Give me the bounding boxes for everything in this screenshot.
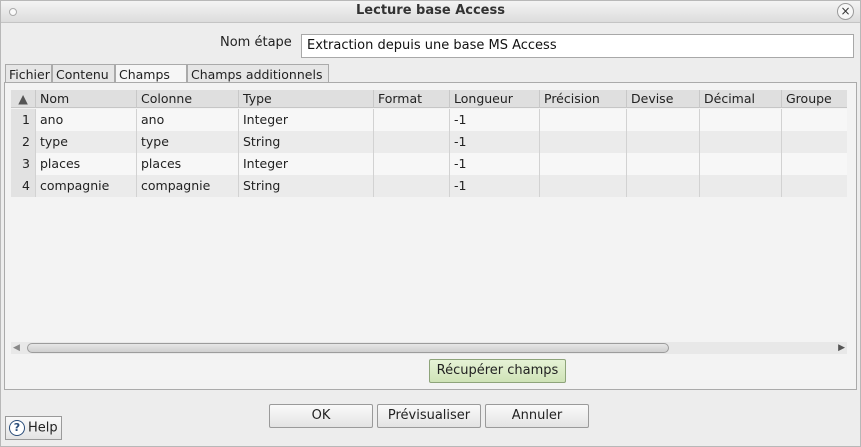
- column-header[interactable]: Décimal: [700, 90, 782, 108]
- table-cell[interactable]: [782, 131, 847, 153]
- scrollbar-thumb[interactable]: [27, 343, 669, 353]
- table-row[interactable]: 3 places places Integer -1: [11, 153, 847, 175]
- title-bar: Lecture base Access ×: [1, 1, 860, 23]
- table-cell[interactable]: [374, 109, 450, 131]
- step-name-input[interactable]: Extraction depuis une base MS Access: [301, 34, 854, 58]
- tab-contenu[interactable]: Contenu: [52, 64, 115, 83]
- table-cell[interactable]: places: [137, 153, 239, 175]
- table-cell[interactable]: places: [36, 153, 137, 175]
- column-header[interactable]: Nom: [36, 90, 137, 108]
- tab-fichier[interactable]: Fichier: [5, 64, 52, 83]
- table-cell[interactable]: [627, 109, 700, 131]
- dialog-window: Lecture base Access × Nom étape Extracti…: [0, 0, 861, 447]
- table-cell[interactable]: compagnie: [36, 175, 137, 197]
- table-row[interactable]: 1 ano ano Integer -1: [11, 109, 847, 131]
- row-number: 3: [11, 153, 36, 175]
- table-cell[interactable]: [700, 153, 782, 175]
- table-cell[interactable]: [627, 153, 700, 175]
- table-cell[interactable]: ano: [137, 109, 239, 131]
- table-cell[interactable]: [782, 153, 847, 175]
- table-cell[interactable]: [374, 175, 450, 197]
- sort-icon[interactable]: ▲: [11, 90, 36, 108]
- table-cell[interactable]: [540, 131, 627, 153]
- preview-button[interactable]: Prévisualiser: [377, 404, 481, 428]
- table-cell[interactable]: [700, 131, 782, 153]
- column-header[interactable]: Format: [374, 90, 450, 108]
- column-header[interactable]: Colonne: [137, 90, 239, 108]
- tab-champs-additionnels[interactable]: Champs additionnels: [187, 64, 329, 83]
- column-header[interactable]: Groupe: [782, 90, 847, 108]
- table-cell[interactable]: -1: [450, 109, 540, 131]
- column-header[interactable]: Type: [239, 90, 374, 108]
- row-number: 2: [11, 131, 36, 153]
- table-cell[interactable]: [540, 109, 627, 131]
- ok-button[interactable]: OK: [269, 404, 373, 428]
- table-cell[interactable]: -1: [450, 153, 540, 175]
- table-cell[interactable]: [374, 153, 450, 175]
- table-cell[interactable]: [374, 131, 450, 153]
- table-cell[interactable]: Integer: [239, 153, 374, 175]
- close-icon[interactable]: ×: [837, 3, 854, 20]
- row-number: 1: [11, 109, 36, 131]
- tab-champs[interactable]: Champs: [115, 64, 187, 84]
- table-header: ▲ Nom Colonne Type Format Longueur Préci…: [11, 90, 847, 108]
- horizontal-scrollbar[interactable]: ◀ ▶: [11, 342, 847, 354]
- help-icon: ?: [9, 420, 25, 436]
- fields-table: ▲ Nom Colonne Type Format Longueur Préci…: [11, 90, 847, 340]
- table-cell[interactable]: [540, 175, 627, 197]
- table-row[interactable]: 4 compagnie compagnie String -1: [11, 175, 847, 197]
- step-name-label: Nom étape: [220, 35, 292, 50]
- table-cell[interactable]: ano: [36, 109, 137, 131]
- scroll-right-icon[interactable]: ▶: [838, 343, 845, 353]
- window-title: Lecture base Access: [356, 3, 505, 18]
- column-header[interactable]: Longueur: [450, 90, 540, 108]
- table-row[interactable]: 2 type type String -1: [11, 131, 847, 153]
- table-cell[interactable]: [540, 153, 627, 175]
- table-cell[interactable]: [782, 175, 847, 197]
- get-fields-button[interactable]: Récupérer champs: [429, 359, 566, 383]
- table-cell[interactable]: [700, 109, 782, 131]
- row-number: 4: [11, 175, 36, 197]
- table-cell[interactable]: [627, 175, 700, 197]
- table-cell[interactable]: compagnie: [137, 175, 239, 197]
- table-cell[interactable]: type: [36, 131, 137, 153]
- table-cell[interactable]: String: [239, 131, 374, 153]
- column-header[interactable]: Précision: [540, 90, 627, 108]
- table-cell[interactable]: type: [137, 131, 239, 153]
- help-label: Help: [28, 420, 58, 436]
- table-cell[interactable]: [627, 131, 700, 153]
- table-cell[interactable]: [782, 109, 847, 131]
- column-header[interactable]: Devise: [627, 90, 700, 108]
- table-cell[interactable]: -1: [450, 131, 540, 153]
- scroll-left-icon[interactable]: ◀: [13, 343, 20, 353]
- table-cell[interactable]: -1: [450, 175, 540, 197]
- table-cell[interactable]: String: [239, 175, 374, 197]
- table-cell[interactable]: [700, 175, 782, 197]
- table-cell[interactable]: Integer: [239, 109, 374, 131]
- cancel-button[interactable]: Annuler: [485, 404, 589, 428]
- help-button[interactable]: ? Help: [5, 416, 62, 440]
